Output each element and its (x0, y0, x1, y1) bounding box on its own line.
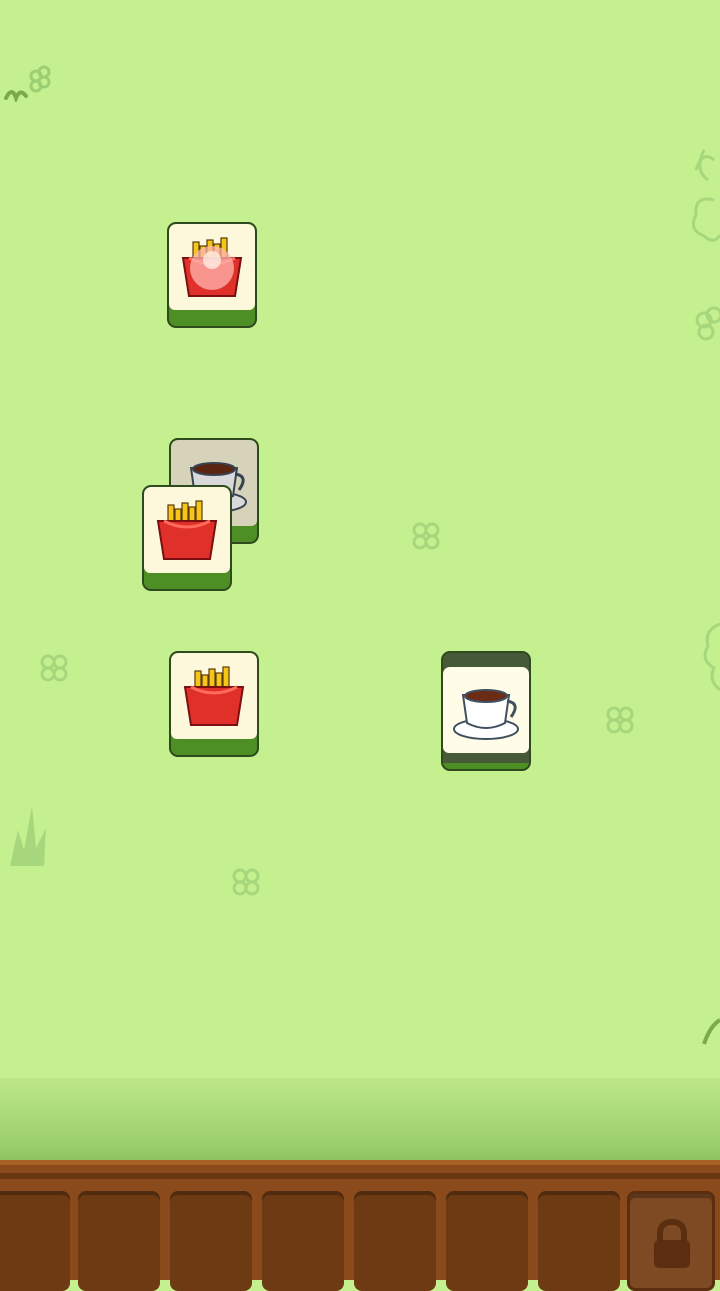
flower-icon (40, 654, 68, 682)
grass-icon (4, 65, 51, 102)
fries-icon (183, 666, 245, 726)
tray-slot (354, 1191, 436, 1291)
tile-fries[interactable] (169, 651, 259, 757)
tile-fries[interactable] (167, 222, 257, 328)
locked-slot[interactable] (627, 1191, 715, 1291)
bush-icon (703, 622, 720, 692)
ground-strip (0, 1078, 720, 1162)
game-board (0, 0, 720, 1080)
fries-icon (156, 500, 218, 560)
lock-icon (654, 1218, 690, 1268)
tray-slot (446, 1191, 528, 1291)
flower-icon (606, 706, 634, 734)
fries-icon (181, 237, 243, 297)
tray-slot (0, 1191, 70, 1291)
tile-fries[interactable] (142, 485, 232, 591)
tray-slot (170, 1191, 252, 1291)
bush-icon (691, 149, 720, 341)
flower-icon (232, 868, 260, 896)
tray-slot (262, 1191, 344, 1291)
tile-coffee[interactable] (441, 651, 531, 771)
tray-slot (538, 1191, 620, 1291)
grass-icon (10, 806, 46, 866)
tray-slot (78, 1191, 160, 1291)
tile-tray (0, 1160, 720, 1291)
coffee-cup-icon (453, 689, 519, 740)
grass-icon (702, 1018, 720, 1045)
flower-icon (412, 522, 440, 550)
